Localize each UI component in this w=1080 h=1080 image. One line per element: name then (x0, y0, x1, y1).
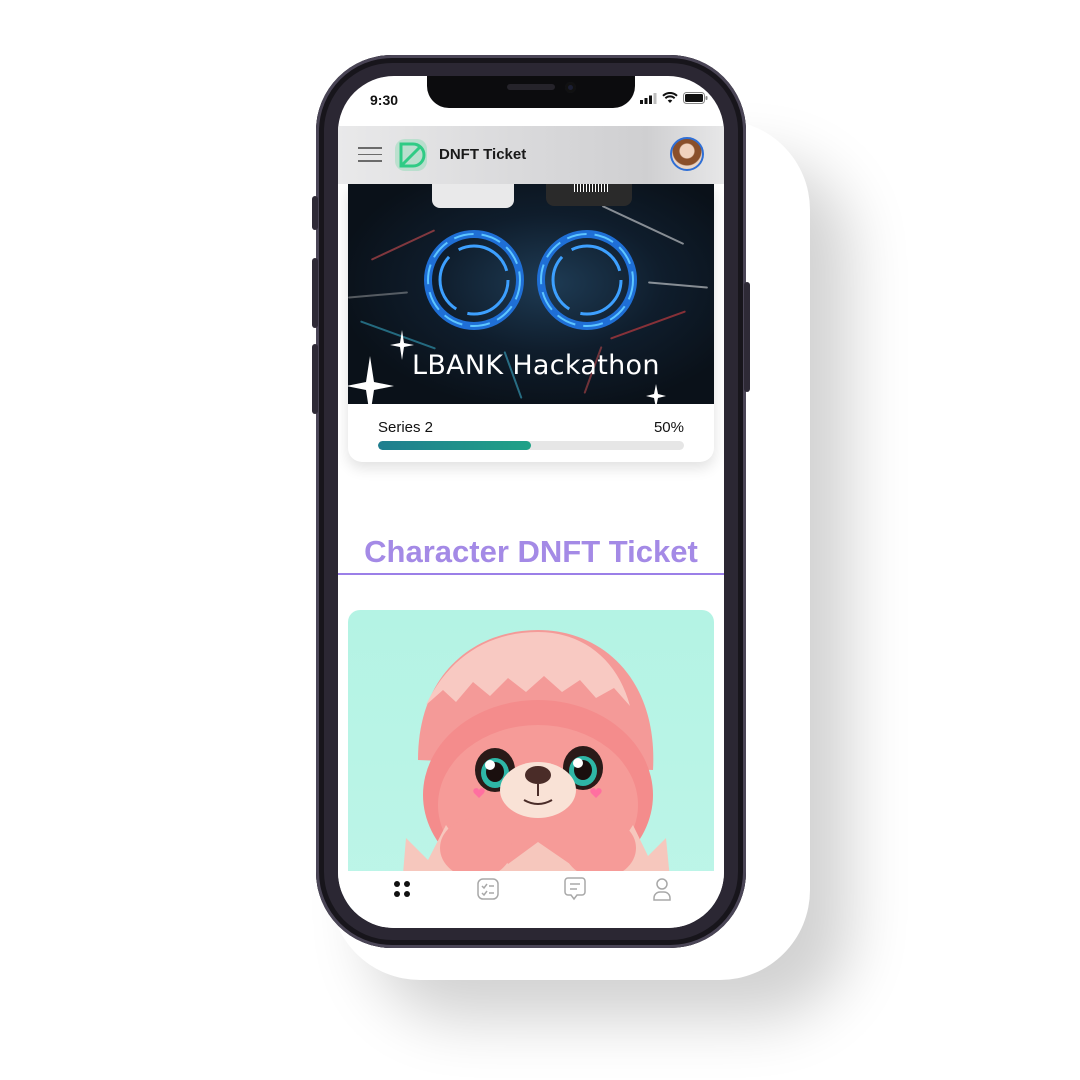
dnft-logo-icon (395, 139, 427, 171)
speaker (507, 84, 555, 90)
event-title: LBANK Hackathon (412, 350, 660, 381)
header-title: DNFT Ticket (439, 146, 527, 163)
progress-label: Series 2 (378, 419, 434, 436)
ring-right-icon (537, 230, 637, 330)
status-time: 9:30 (370, 92, 399, 108)
sparkle-large-icon (348, 356, 394, 404)
menu-icon[interactable] (358, 147, 382, 163)
wifi-icon (662, 92, 678, 103)
progress-value: 50% (653, 419, 684, 436)
bottom-navigation (338, 871, 724, 928)
barcode-icon (574, 184, 608, 192)
phone-screen: 9:30 DNFT Ticket LBANK Hackathon Series … (338, 76, 724, 928)
nav-tasks[interactable] (474, 875, 502, 903)
volume-down-button (312, 344, 318, 414)
sparkle-small-icon (646, 384, 666, 404)
front-camera (565, 82, 576, 93)
user-avatar[interactable] (670, 137, 704, 171)
character-image (400, 630, 673, 910)
app-header: DNFT Ticket (338, 126, 724, 184)
checklist-icon (477, 878, 499, 900)
ring-left-icon (424, 230, 524, 330)
event-ticket-image: LBANK Hackathon (348, 184, 714, 404)
grid-dots-icon (394, 881, 410, 897)
ticket-stub-right (546, 184, 632, 206)
power-button (744, 282, 750, 392)
nav-profile[interactable] (648, 875, 676, 903)
chat-icon (564, 877, 586, 901)
volume-up-button (312, 258, 318, 328)
ticket-stub-left (432, 184, 514, 208)
progress-bar-fill (378, 441, 531, 450)
character-ticket-card[interactable] (348, 610, 714, 910)
event-ticket-card[interactable]: LBANK Hackathon Series 2 50% (348, 184, 714, 462)
progress-bar (378, 441, 684, 450)
battery-icon (683, 92, 708, 104)
section-underline (338, 573, 724, 575)
silent-switch (312, 196, 318, 230)
profile-icon (653, 878, 671, 901)
signal-icon (640, 92, 657, 104)
nav-messages[interactable] (561, 875, 589, 903)
status-icons (640, 92, 708, 104)
notch (427, 76, 635, 108)
nav-home[interactable] (388, 875, 416, 903)
section-title: Character DNFT Ticket (364, 534, 698, 569)
